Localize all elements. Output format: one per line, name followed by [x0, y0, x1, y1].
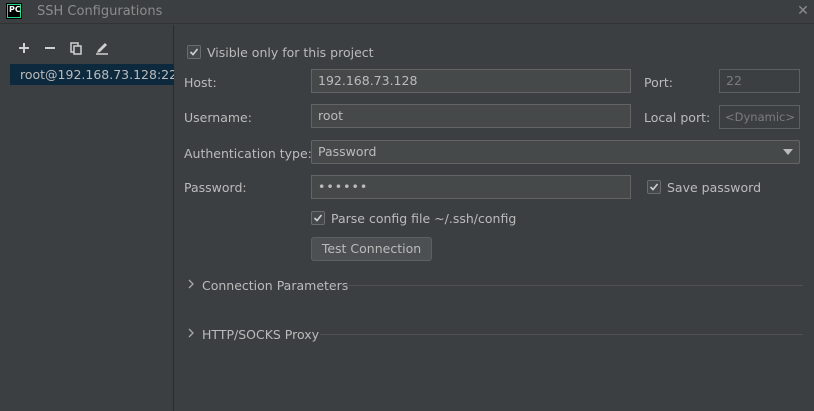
local-port-label: Local port:	[644, 110, 711, 125]
port-label: Port:	[644, 75, 673, 90]
auth-type-value: Password	[318, 144, 377, 159]
section-divider	[320, 334, 803, 335]
close-icon[interactable]: ✕	[796, 4, 810, 18]
connection-parameters-label: Connection Parameters	[202, 277, 349, 293]
auth-type-select[interactable]: Password	[311, 140, 800, 164]
copy-icon[interactable]	[66, 39, 86, 57]
host-input[interactable]: 192.168.73.128	[311, 69, 631, 93]
chevron-right-icon	[188, 279, 198, 292]
visible-only-checkbox[interactable]	[187, 45, 201, 59]
title-bar: PC SSH Configurations ✕	[0, 0, 814, 24]
section-divider	[343, 285, 803, 286]
host-label: Host:	[184, 75, 217, 90]
parse-config-label: Parse config file ~/.ssh/config	[331, 211, 517, 226]
save-password-label: Save password	[667, 180, 762, 195]
config-form: Visible only for this project Host: 192.…	[175, 25, 814, 411]
window-title: SSH Configurations	[37, 4, 163, 19]
http-socks-proxy-label: HTTP/SOCKS Proxy	[202, 326, 320, 342]
plus-icon[interactable]	[14, 39, 34, 57]
parse-config-checkbox[interactable]	[311, 211, 325, 225]
username-label: Username:	[184, 110, 252, 125]
password-input[interactable]: ••••••	[311, 175, 631, 199]
visible-only-label: Visible only for this project	[207, 45, 374, 60]
pycharm-logo-icon: PC	[6, 3, 22, 19]
sidebar-toolbar	[14, 39, 112, 57]
save-password-checkbox[interactable]	[647, 180, 661, 194]
chevron-right-icon	[188, 328, 198, 341]
minus-icon[interactable]	[40, 39, 60, 57]
port-input[interactable]: 22	[719, 69, 800, 93]
chevron-down-icon	[783, 149, 793, 155]
username-input[interactable]: root	[311, 104, 631, 128]
local-port-input[interactable]: <Dynamic>	[719, 105, 800, 129]
test-connection-button[interactable]: Test Connection	[311, 237, 432, 261]
ssh-config-list-item[interactable]: root@192.168.73.128:22 pa	[10, 64, 174, 85]
sidebar: root@192.168.73.128:22 pa	[0, 25, 174, 411]
http-socks-proxy-section[interactable]: HTTP/SOCKS Proxy	[188, 326, 319, 342]
edit-icon[interactable]	[92, 39, 112, 57]
password-label: Password:	[184, 180, 247, 195]
ssh-config-label: root@192.168.73.128:22	[20, 67, 174, 82]
auth-type-label: Authentication type:	[184, 146, 312, 161]
connection-parameters-section[interactable]: Connection Parameters	[188, 277, 348, 293]
